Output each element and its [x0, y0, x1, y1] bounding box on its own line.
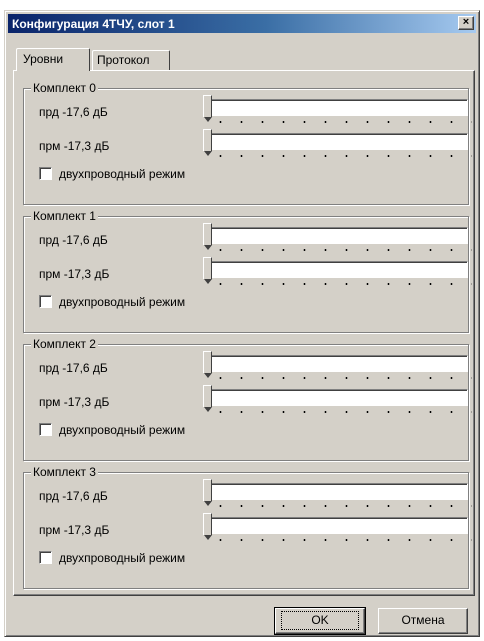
group-title: Комплект 3: [31, 465, 98, 479]
tab-protocol-label: Протокол: [97, 53, 150, 67]
rx-level-label: прм -17,3 дБ: [39, 523, 110, 537]
close-button[interactable]: ×: [458, 16, 474, 30]
tx-level-slider-thumb[interactable]: [203, 95, 212, 122]
two-wire-label[interactable]: двухпроводный режим: [59, 167, 185, 181]
rx-level-slider-track[interactable]: [210, 389, 468, 406]
tx-level-slider-track[interactable]: [210, 355, 468, 372]
ok-button[interactable]: OK: [274, 607, 366, 635]
two-wire-checkbox[interactable]: [39, 295, 52, 308]
tx-level-ticks: [210, 249, 472, 251]
group-title: Комплект 2: [31, 337, 98, 351]
rx-level-ticks: [210, 155, 472, 157]
tx-level-slider-thumb[interactable]: [203, 351, 212, 378]
tx-level-label: прд -17,6 дБ: [39, 105, 108, 119]
close-icon: ×: [462, 16, 470, 28]
rx-level-slider-thumb[interactable]: [203, 257, 212, 284]
two-wire-checkbox[interactable]: [39, 551, 52, 564]
cancel-button-label: Отмена: [401, 613, 445, 627]
ok-button-label: OK: [281, 611, 359, 630]
tx-level-label: прд -17,6 дБ: [39, 489, 108, 503]
rx-level-slider-thumb[interactable]: [203, 129, 212, 156]
tab-levels-label: Уровни: [23, 52, 64, 66]
rx-level-label: прм -17,3 дБ: [39, 267, 110, 281]
tx-level-slider-track[interactable]: [210, 483, 468, 500]
two-wire-checkbox[interactable]: [39, 423, 52, 436]
tx-level-slider-track[interactable]: [210, 99, 468, 116]
rx-level-ticks: [210, 283, 472, 285]
group-title: Комплект 0: [31, 81, 98, 95]
title-bar: Конфигурация 4ТЧУ, слот 1 ×: [8, 14, 476, 33]
rx-level-label: прм -17,3 дБ: [39, 139, 110, 153]
tab-protocol[interactable]: Протокол: [92, 50, 170, 70]
rx-level-slider-track[interactable]: [210, 517, 468, 534]
group-title: Комплект 1: [31, 209, 98, 223]
group-set-3: Комплект 3 прд -17,6 дБ прм -17,3 дБ дву…: [23, 465, 472, 589]
levels-panel: Комплект 0 прд -17,6 дБ прм -17,3 дБ дву…: [13, 70, 475, 596]
group-set-2: Комплект 2 прд -17,6 дБ прм -17,3 дБ дву…: [23, 337, 472, 461]
group-set-0: Комплект 0 прд -17,6 дБ прм -17,3 дБ дву…: [23, 81, 472, 205]
tab-levels[interactable]: Уровни: [16, 48, 90, 71]
rx-level-label: прм -17,3 дБ: [39, 395, 110, 409]
rx-level-ticks: [210, 539, 472, 541]
tx-level-slider-thumb[interactable]: [203, 479, 212, 506]
cancel-button[interactable]: Отмена: [378, 608, 468, 634]
two-wire-label[interactable]: двухпроводный режим: [59, 551, 185, 565]
rx-level-slider-track[interactable]: [210, 133, 468, 150]
tx-level-label: прд -17,6 дБ: [39, 233, 108, 247]
tx-level-slider-thumb[interactable]: [203, 223, 212, 250]
tx-level-ticks: [210, 505, 472, 507]
window-title: Конфигурация 4ТЧУ, слот 1: [12, 16, 175, 31]
two-wire-checkbox[interactable]: [39, 167, 52, 180]
rx-level-slider-thumb[interactable]: [203, 385, 212, 412]
two-wire-label[interactable]: двухпроводный режим: [59, 295, 185, 309]
rx-level-slider-thumb[interactable]: [203, 513, 212, 540]
tx-level-label: прд -17,6 дБ: [39, 361, 108, 375]
rx-level-slider-track[interactable]: [210, 261, 468, 278]
tx-level-ticks: [210, 377, 472, 379]
tx-level-slider-track[interactable]: [210, 227, 468, 244]
config-dialog: Конфигурация 4ТЧУ, слот 1 × Уровни Прото…: [4, 10, 480, 637]
rx-level-ticks: [210, 411, 472, 413]
group-set-1: Комплект 1 прд -17,6 дБ прм -17,3 дБ дву…: [23, 209, 472, 333]
tx-level-ticks: [210, 121, 472, 123]
two-wire-label[interactable]: двухпроводный режим: [59, 423, 185, 437]
